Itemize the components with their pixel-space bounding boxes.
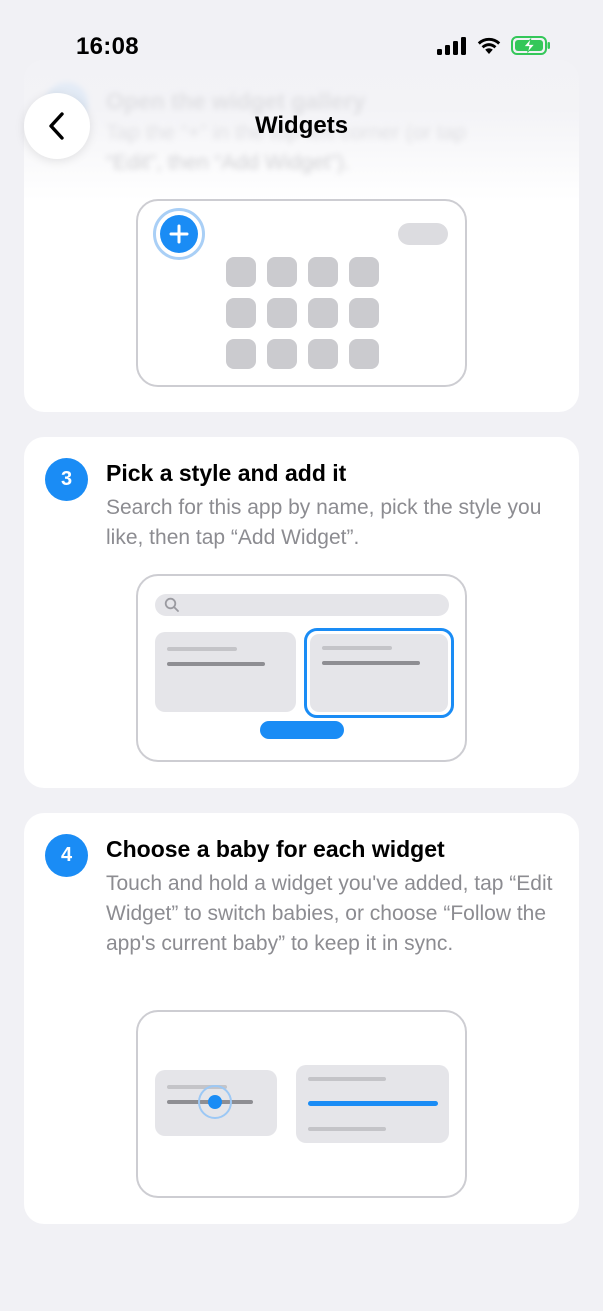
step-number-badge: 3 [45,458,88,501]
plus-icon [160,215,198,253]
edit-widget-illustration [136,1010,467,1198]
navigation-bar: Widgets [0,80,603,170]
app-icon-placeholder [267,257,297,287]
app-icon-placeholder [308,298,338,328]
step-description: Touch and hold a widget you've added, ta… [106,872,553,955]
add-widget-button-placeholder [260,721,344,739]
widget-style-option-selected [304,628,454,718]
status-bar: 16:08 [0,0,603,80]
step-number-badge: 4 [45,834,88,877]
search-bar [155,594,449,616]
widget-style-option [155,632,296,712]
app-icon-placeholder [267,339,297,369]
status-icons [437,36,551,55]
step-title: Pick a style and add it [106,460,347,486]
home-screen-illustration [136,199,467,387]
step-card-4: 4 Choose a baby for each widget Touch an… [24,813,579,1224]
app-icon-placeholder [349,257,379,287]
status-time: 16:08 [76,33,139,60]
app-icon-placeholder [308,257,338,287]
app-icon-placeholder [226,339,256,369]
app-icon-placeholder [349,339,379,369]
app-icon-placeholder [349,298,379,328]
widget-gallery-illustration [136,574,467,762]
add-widget-highlight [153,208,205,260]
search-icon [164,597,179,612]
baby-widget-preview [296,1065,449,1143]
page-title: Widgets [254,112,349,139]
signal-icon [437,36,466,55]
step-card-3: 3 Pick a style and add it Search for thi… [24,437,579,788]
slider-thumb [198,1085,232,1119]
step-title: Choose a baby for each widget [106,836,445,862]
wifi-icon [477,37,501,54]
app-icon-placeholder [267,298,297,328]
battery-charging-icon [511,36,550,55]
edit-pill [398,223,448,245]
app-icon-placeholder [226,298,256,328]
step-description: Search for this app by name, pick the st… [106,496,542,549]
slider-widget [155,1070,277,1136]
app-icon-placeholder [308,339,338,369]
app-icon-placeholder [226,257,256,287]
